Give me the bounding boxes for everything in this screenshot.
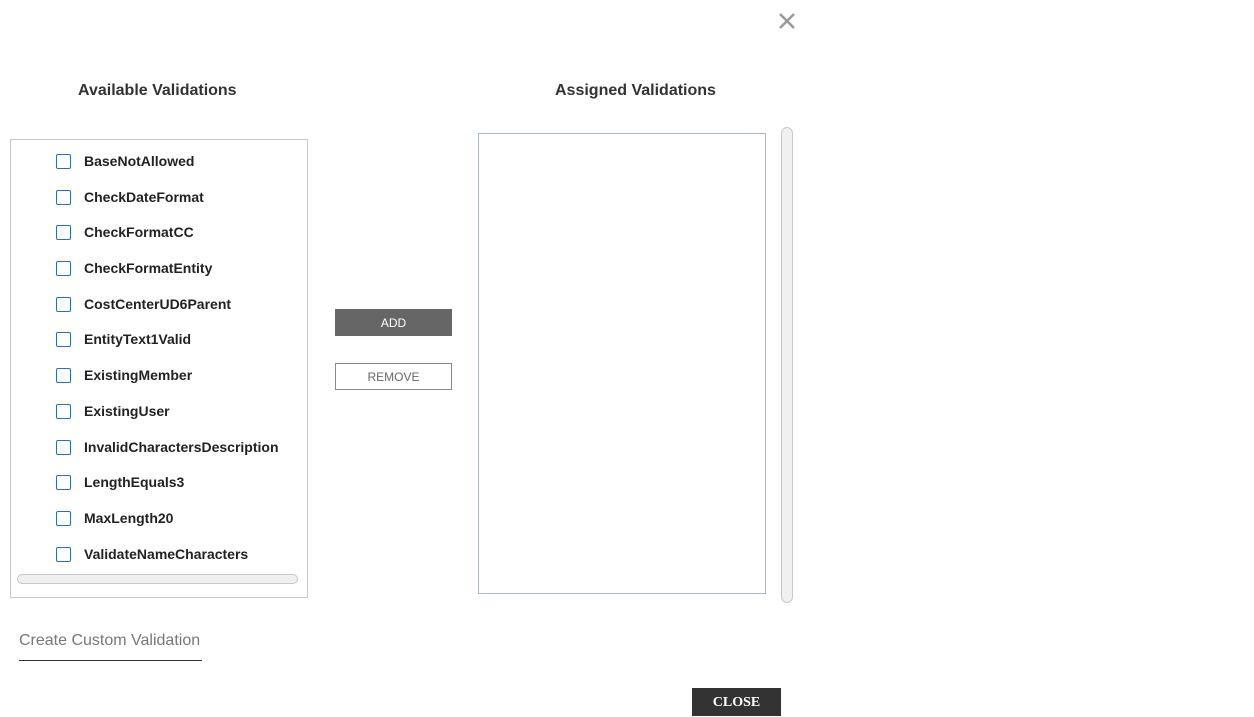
available-validations-list: BaseNotAllowed CheckDateFormat CheckFormat… [10,139,308,598]
validation-label: EntityText1Valid [84,331,192,348]
checkbox[interactable] [56,332,71,348]
checkbox[interactable] [56,296,71,312]
checkbox[interactable] [56,475,71,491]
assigned-validations-list [478,133,766,594]
checkbox[interactable] [56,261,71,277]
list-item[interactable]: ExistingMember [56,366,279,402]
validation-label: ExistingMember [84,367,193,384]
list-item[interactable]: InvalidCharactersDescription [56,438,279,474]
horizontal-scrollbar[interactable] [17,574,298,584]
close-button[interactable]: CLOSE [692,688,781,716]
list-item[interactable]: CostCenterUD6Parent [56,295,279,331]
list-item[interactable]: LengthEquals3 [56,473,279,509]
create-custom-validation-link[interactable]: Create Custom Validation [19,632,200,650]
checkbox[interactable] [56,403,71,419]
checkbox[interactable] [56,546,71,562]
checkbox[interactable] [56,154,71,169]
list-item[interactable]: MaxLength20 [56,509,279,545]
remove-button[interactable]: REMOVE [335,363,452,390]
validation-label: CostCenterUD6Parent [84,295,232,312]
assigned-validations-title: Assigned Validations [555,82,716,99]
available-validations-title: Available Validations [78,82,237,99]
validation-label: ExistingUser [84,402,170,419]
checkbox[interactable] [56,225,71,241]
validation-label: CheckFormatEntity [84,260,213,277]
validation-label: MaxLength20 [84,509,174,526]
list-item[interactable]: EntityText1Valid [56,330,279,366]
list-item[interactable]: ExistingUser [56,402,279,438]
list-item[interactable]: CheckFormatEntity [56,259,279,295]
list-item[interactable]: BaseNotAllowed [56,152,279,188]
validation-label: BaseNotAllowed [84,153,195,169]
validation-label: CheckDateFormat [84,188,204,205]
add-button[interactable]: ADD [335,309,452,336]
validation-label: ValidateNameCharacters [84,545,249,562]
close-dialog-icon[interactable] [774,8,800,34]
checkbox[interactable] [56,510,71,526]
validation-label: CheckFormatCC [84,224,194,241]
custom-link-underline [19,660,202,661]
vertical-scrollbar[interactable] [781,127,793,603]
list-item[interactable]: CheckFormatCC [56,223,279,259]
available-items: BaseNotAllowed CheckDateFormat CheckFormat… [56,152,279,580]
checkbox[interactable] [56,189,71,205]
checkbox[interactable] [56,439,71,455]
list-item[interactable]: CheckDateFormat [56,188,279,224]
checkbox[interactable] [56,368,71,384]
validation-label: InvalidCharactersDescription [84,438,279,455]
validation-label: LengthEquals3 [84,474,185,491]
